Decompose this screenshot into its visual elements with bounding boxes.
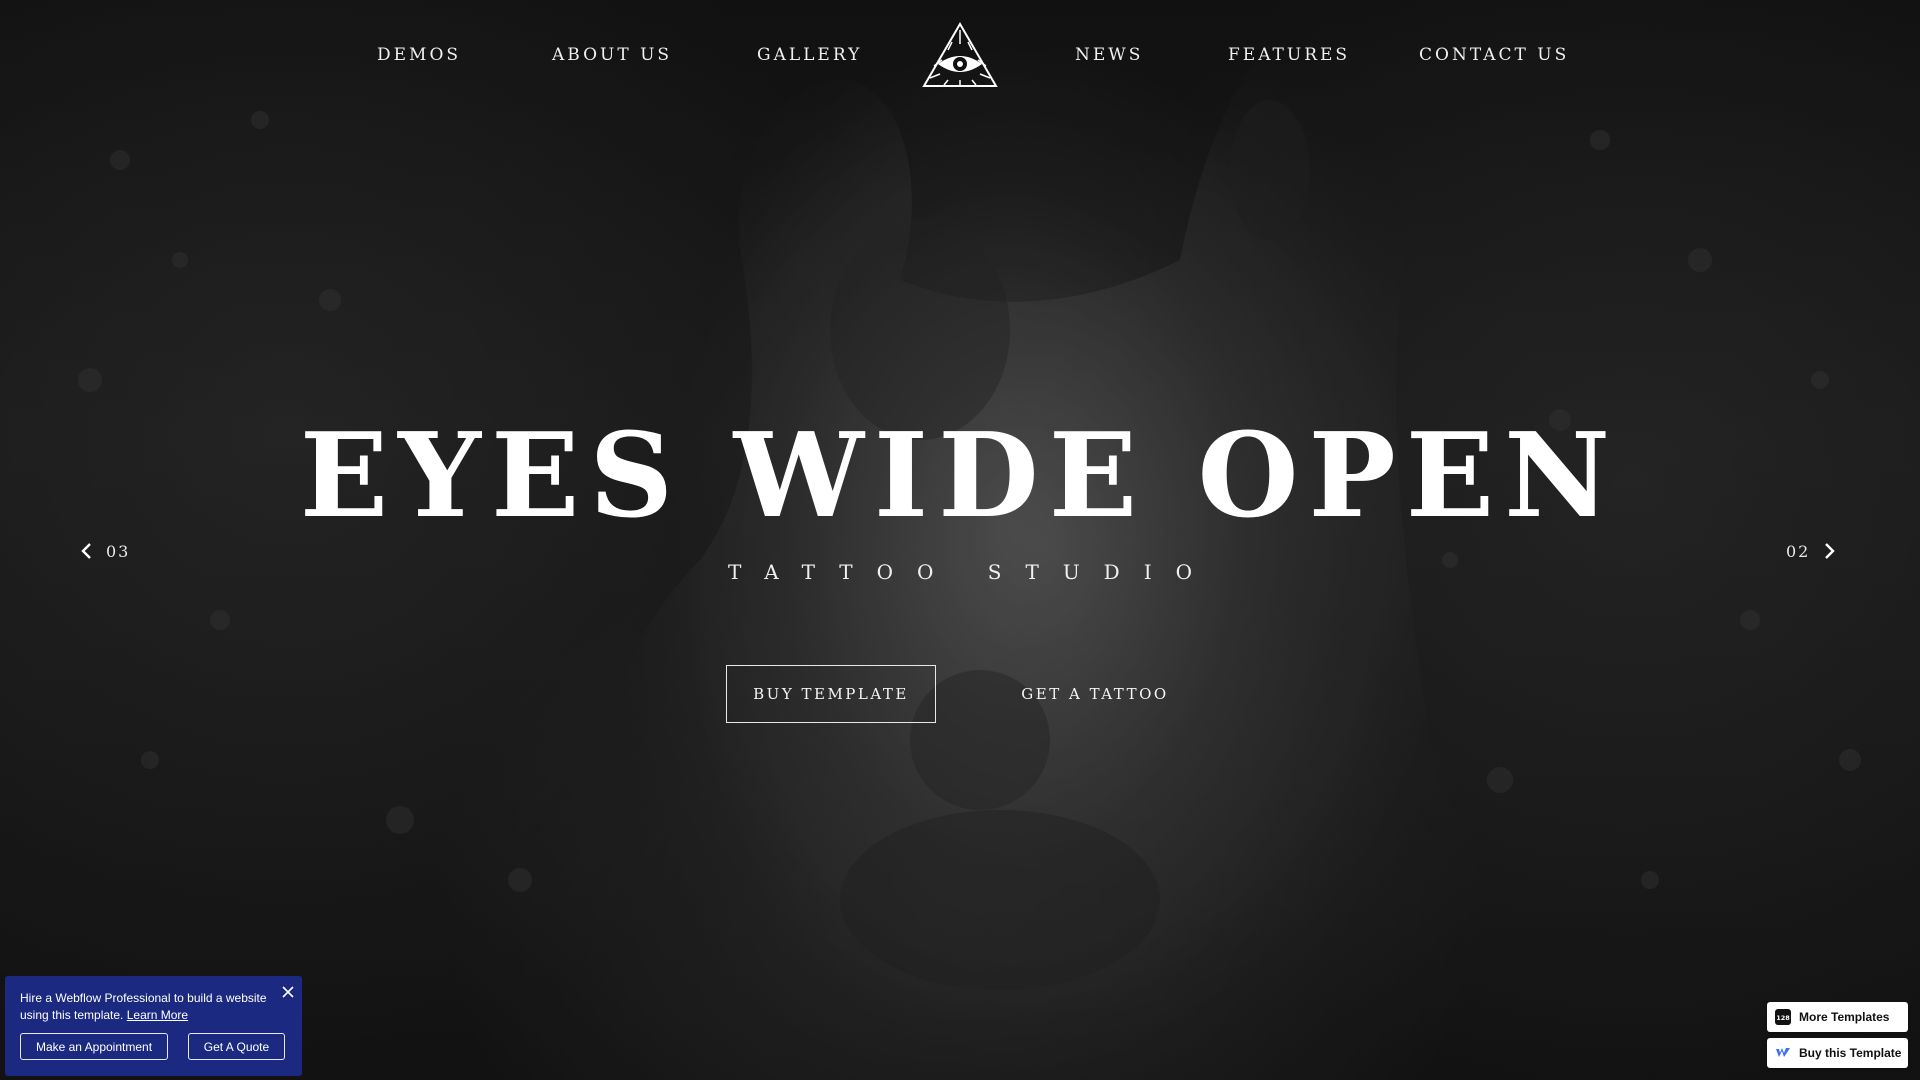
close-icon[interactable] <box>280 984 296 1000</box>
chevron-right-icon <box>1825 543 1836 559</box>
get-a-tattoo-button[interactable]: GET A TATTOO <box>1002 665 1188 723</box>
slider-prev-number: 03 <box>106 541 131 561</box>
main-navigation: DEMOS ABOUT US GALLERY NEWS FEATURES CON… <box>0 0 1920 112</box>
more-templates-button[interactable]: 128 More Templates <box>1767 1002 1908 1032</box>
buy-this-template-label: Buy this Template <box>1799 1046 1902 1060</box>
hero-subtitle: TATTOO STUDIO <box>727 560 1217 584</box>
nav-item-contact-us[interactable]: CONTACT US <box>1419 45 1569 65</box>
nav-item-gallery[interactable]: GALLERY <box>757 45 862 65</box>
promo-text: Hire a Webflow Professional to build a w… <box>20 990 270 1024</box>
templates-icon: 128 <box>1775 1009 1791 1025</box>
more-templates-label: More Templates <box>1799 1010 1890 1024</box>
chevron-left-icon <box>81 543 91 559</box>
learn-more-link[interactable]: Learn More <box>127 1008 188 1022</box>
nav-item-demos[interactable]: DEMOS <box>377 45 461 65</box>
nav-item-about-us[interactable]: ABOUT US <box>552 45 672 65</box>
slider-next-number: 02 <box>1786 541 1811 561</box>
slider-next-button[interactable]: 02 <box>1786 538 1836 564</box>
hero-title: EYES WIDE OPEN <box>299 408 1621 544</box>
slider-prev-button[interactable]: 03 <box>80 538 130 564</box>
get-a-quote-button[interactable]: Get A Quote <box>188 1033 285 1060</box>
webflow-icon <box>1776 1048 1790 1057</box>
nav-item-news[interactable]: NEWS <box>1075 45 1143 65</box>
buy-template-button[interactable]: BUY TEMPLATE <box>726 665 936 723</box>
make-appointment-button[interactable]: Make an Appointment <box>20 1033 168 1060</box>
hero-section: DEMOS ABOUT US GALLERY NEWS FEATURES CON… <box>0 0 1920 1080</box>
webflow-hire-promo: Hire a Webflow Professional to build a w… <box>5 976 302 1076</box>
all-seeing-eye-icon[interactable] <box>922 22 998 88</box>
svg-text:128: 128 <box>1776 1014 1790 1022</box>
nav-item-features[interactable]: FEATURES <box>1228 45 1350 65</box>
buy-this-template-button[interactable]: Buy this Template <box>1767 1038 1908 1068</box>
